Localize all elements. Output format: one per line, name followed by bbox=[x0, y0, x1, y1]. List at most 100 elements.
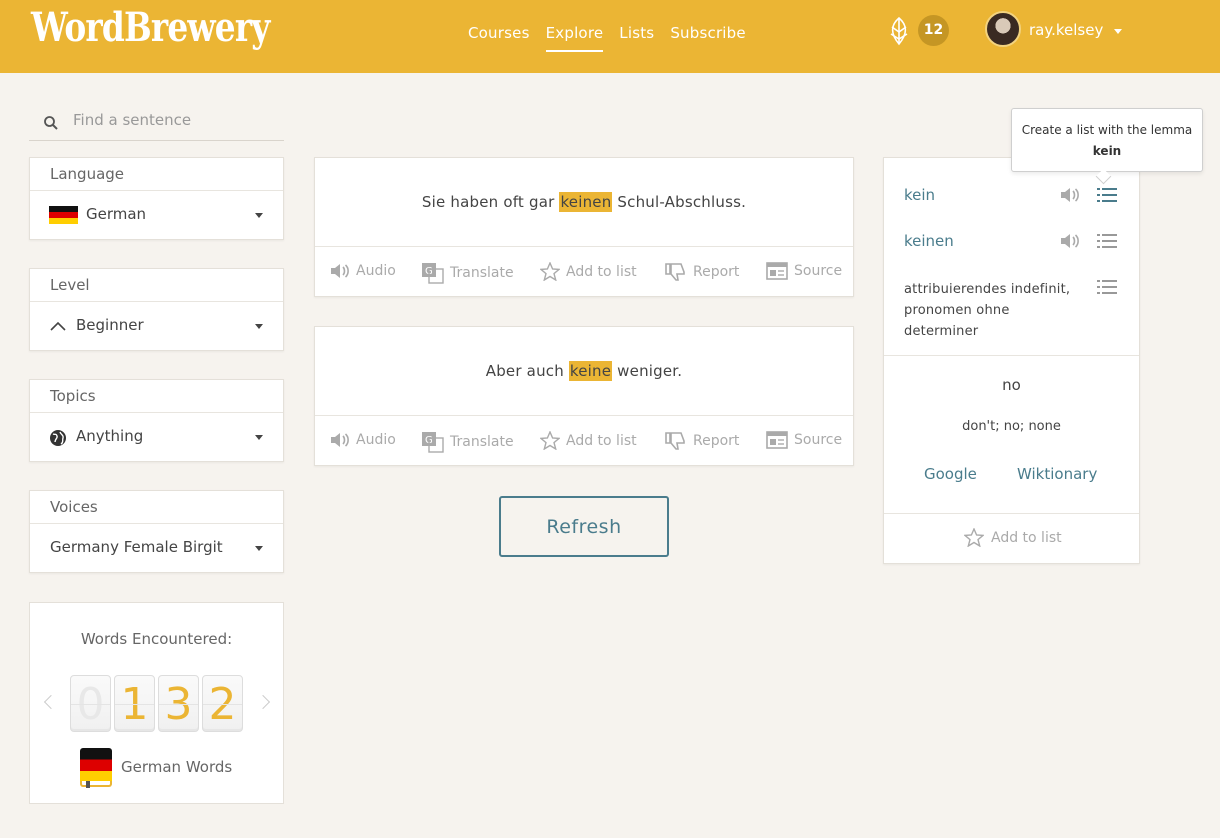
language-panel: Language German bbox=[29, 157, 284, 240]
language-select[interactable]: German bbox=[30, 191, 283, 239]
nav-subscribe[interactable]: Subscribe bbox=[670, 24, 746, 52]
sentence-text-after: Schul-Abschluss. bbox=[612, 193, 747, 211]
star-icon bbox=[964, 528, 984, 547]
topics-title: Topics bbox=[30, 380, 283, 413]
audio-button[interactable]: Audio bbox=[330, 431, 396, 449]
word-details-panel: kein keinen attribuierendes indefinit, p… bbox=[883, 157, 1140, 564]
source-button[interactable]: Source bbox=[766, 262, 842, 280]
sentence-text-after: weniger. bbox=[612, 362, 683, 380]
username[interactable]: ray.kelsey bbox=[1029, 21, 1103, 39]
translate-icon: G bbox=[422, 432, 444, 453]
wiktionary-link[interactable]: Wiktionary bbox=[1017, 465, 1097, 483]
add-to-list-label: Add to list bbox=[566, 263, 637, 280]
search-icon bbox=[44, 116, 58, 130]
counter-digit: 0 bbox=[70, 675, 111, 732]
chevron-left-icon[interactable] bbox=[43, 694, 59, 710]
avatar[interactable] bbox=[985, 11, 1021, 47]
part-of-speech: attribuierendes indefinit, pronomen ohne… bbox=[904, 282, 1071, 339]
german-flag-icon bbox=[49, 206, 78, 224]
voices-panel: Voices Germany Female Birgit bbox=[29, 490, 284, 573]
speaker-icon bbox=[331, 433, 349, 447]
nav-courses[interactable]: Courses bbox=[468, 24, 530, 52]
top-bar: WordBrewery Courses Explore Lists Subscr… bbox=[0, 0, 1220, 73]
topics-value: Anything bbox=[76, 427, 144, 445]
counter-digit: 1 bbox=[114, 675, 155, 732]
highlighted-word[interactable]: keinen bbox=[559, 192, 613, 212]
translate-label: Translate bbox=[450, 265, 514, 281]
tooltip-lemma: kein bbox=[1092, 144, 1122, 158]
dropdown-caret-icon bbox=[255, 435, 263, 440]
counter-digit: 3 bbox=[158, 675, 199, 732]
star-icon bbox=[540, 431, 560, 450]
voices-value: Germany Female Birgit bbox=[50, 538, 223, 556]
lemma-link[interactable]: kein bbox=[904, 186, 935, 204]
speaker-icon[interactable] bbox=[1060, 186, 1080, 204]
google-link[interactable]: Google bbox=[924, 465, 977, 483]
sentence-text-before: Sie haben oft gar bbox=[421, 193, 560, 211]
audio-button[interactable]: Audio bbox=[330, 262, 396, 280]
word-form-link[interactable]: keinen bbox=[904, 232, 954, 250]
search-input[interactable] bbox=[73, 111, 273, 129]
dropdown-caret-icon bbox=[255, 324, 263, 329]
hops-count-badge[interactable]: 12 bbox=[918, 15, 949, 46]
voices-select[interactable]: Germany Female Birgit bbox=[30, 524, 283, 572]
source-button[interactable]: Source bbox=[766, 431, 842, 449]
newspaper-icon bbox=[766, 262, 788, 280]
source-label: Source bbox=[794, 432, 843, 448]
add-to-list-label: Add to list bbox=[991, 529, 1062, 546]
list-icon[interactable] bbox=[1097, 279, 1117, 295]
globe-icon bbox=[50, 430, 66, 446]
refresh-button[interactable]: Refresh bbox=[499, 496, 669, 557]
highlighted-word[interactable]: keine bbox=[568, 361, 613, 381]
speaker-icon[interactable] bbox=[1060, 232, 1080, 250]
report-button[interactable]: Report bbox=[665, 262, 739, 282]
dropdown-caret-icon bbox=[255, 213, 263, 218]
tooltip-text: Create a list with the lemma bbox=[1021, 123, 1193, 137]
sentence-text-before: Aber auch bbox=[485, 362, 569, 380]
language-title: Language bbox=[30, 158, 283, 191]
word-counter: 0 1 3 2 bbox=[70, 675, 243, 732]
sentence-text: Sie haben oft gar keinen Schul-Abschluss… bbox=[315, 158, 853, 247]
add-to-list-label: Add to list bbox=[566, 432, 637, 449]
nav-explore[interactable]: Explore bbox=[545, 24, 604, 52]
translate-button[interactable]: G Translate bbox=[421, 262, 514, 284]
level-title: Level bbox=[30, 269, 283, 302]
words-encountered-panel: Words Encountered: 0 1 3 2 German Words bbox=[29, 602, 284, 804]
report-label: Report bbox=[693, 264, 740, 280]
chevron-down-icon[interactable] bbox=[1114, 29, 1122, 34]
chevron-right-icon[interactable] bbox=[255, 694, 271, 710]
star-icon bbox=[540, 262, 560, 281]
add-to-list-button[interactable]: Add to list bbox=[964, 528, 1062, 547]
main-nav: Courses Explore Lists Subscribe bbox=[468, 24, 762, 52]
list-icon[interactable] bbox=[1097, 187, 1117, 203]
words-language-label: German Words bbox=[121, 758, 233, 776]
thumbs-down-icon bbox=[665, 263, 685, 281]
sentence-actions: Audio G Translate Add to list Report Sou… bbox=[315, 247, 853, 297]
source-label: Source bbox=[794, 263, 843, 279]
sentence-card: Aber auch keine weniger. Audio G Transla… bbox=[314, 326, 854, 466]
divider bbox=[884, 355, 1139, 356]
report-label: Report bbox=[693, 433, 740, 449]
nav-lists[interactable]: Lists bbox=[619, 24, 654, 52]
hop-icon[interactable] bbox=[886, 16, 912, 46]
gloss-word: no bbox=[1002, 376, 1021, 394]
sentence-search bbox=[29, 103, 284, 141]
topics-panel: Topics Anything bbox=[29, 379, 284, 462]
gloss-definition: don't; no; none bbox=[962, 419, 1061, 434]
add-to-list-button[interactable]: Add to list bbox=[540, 431, 637, 450]
speaker-icon bbox=[331, 264, 349, 278]
level-value: Beginner bbox=[76, 316, 144, 334]
audio-label: Audio bbox=[356, 263, 396, 279]
voices-title: Voices bbox=[30, 491, 283, 524]
dropdown-caret-icon bbox=[255, 546, 263, 551]
topics-select[interactable]: Anything bbox=[30, 413, 283, 461]
language-value: German bbox=[86, 205, 147, 223]
list-icon[interactable] bbox=[1097, 233, 1117, 249]
logo[interactable]: WordBrewery bbox=[31, 4, 270, 51]
translate-button[interactable]: G Translate bbox=[421, 431, 514, 453]
report-button[interactable]: Report bbox=[665, 431, 739, 451]
level-select[interactable]: Beginner bbox=[30, 302, 283, 350]
newspaper-icon bbox=[766, 431, 788, 449]
divider bbox=[884, 513, 1139, 514]
add-to-list-button[interactable]: Add to list bbox=[540, 262, 637, 281]
